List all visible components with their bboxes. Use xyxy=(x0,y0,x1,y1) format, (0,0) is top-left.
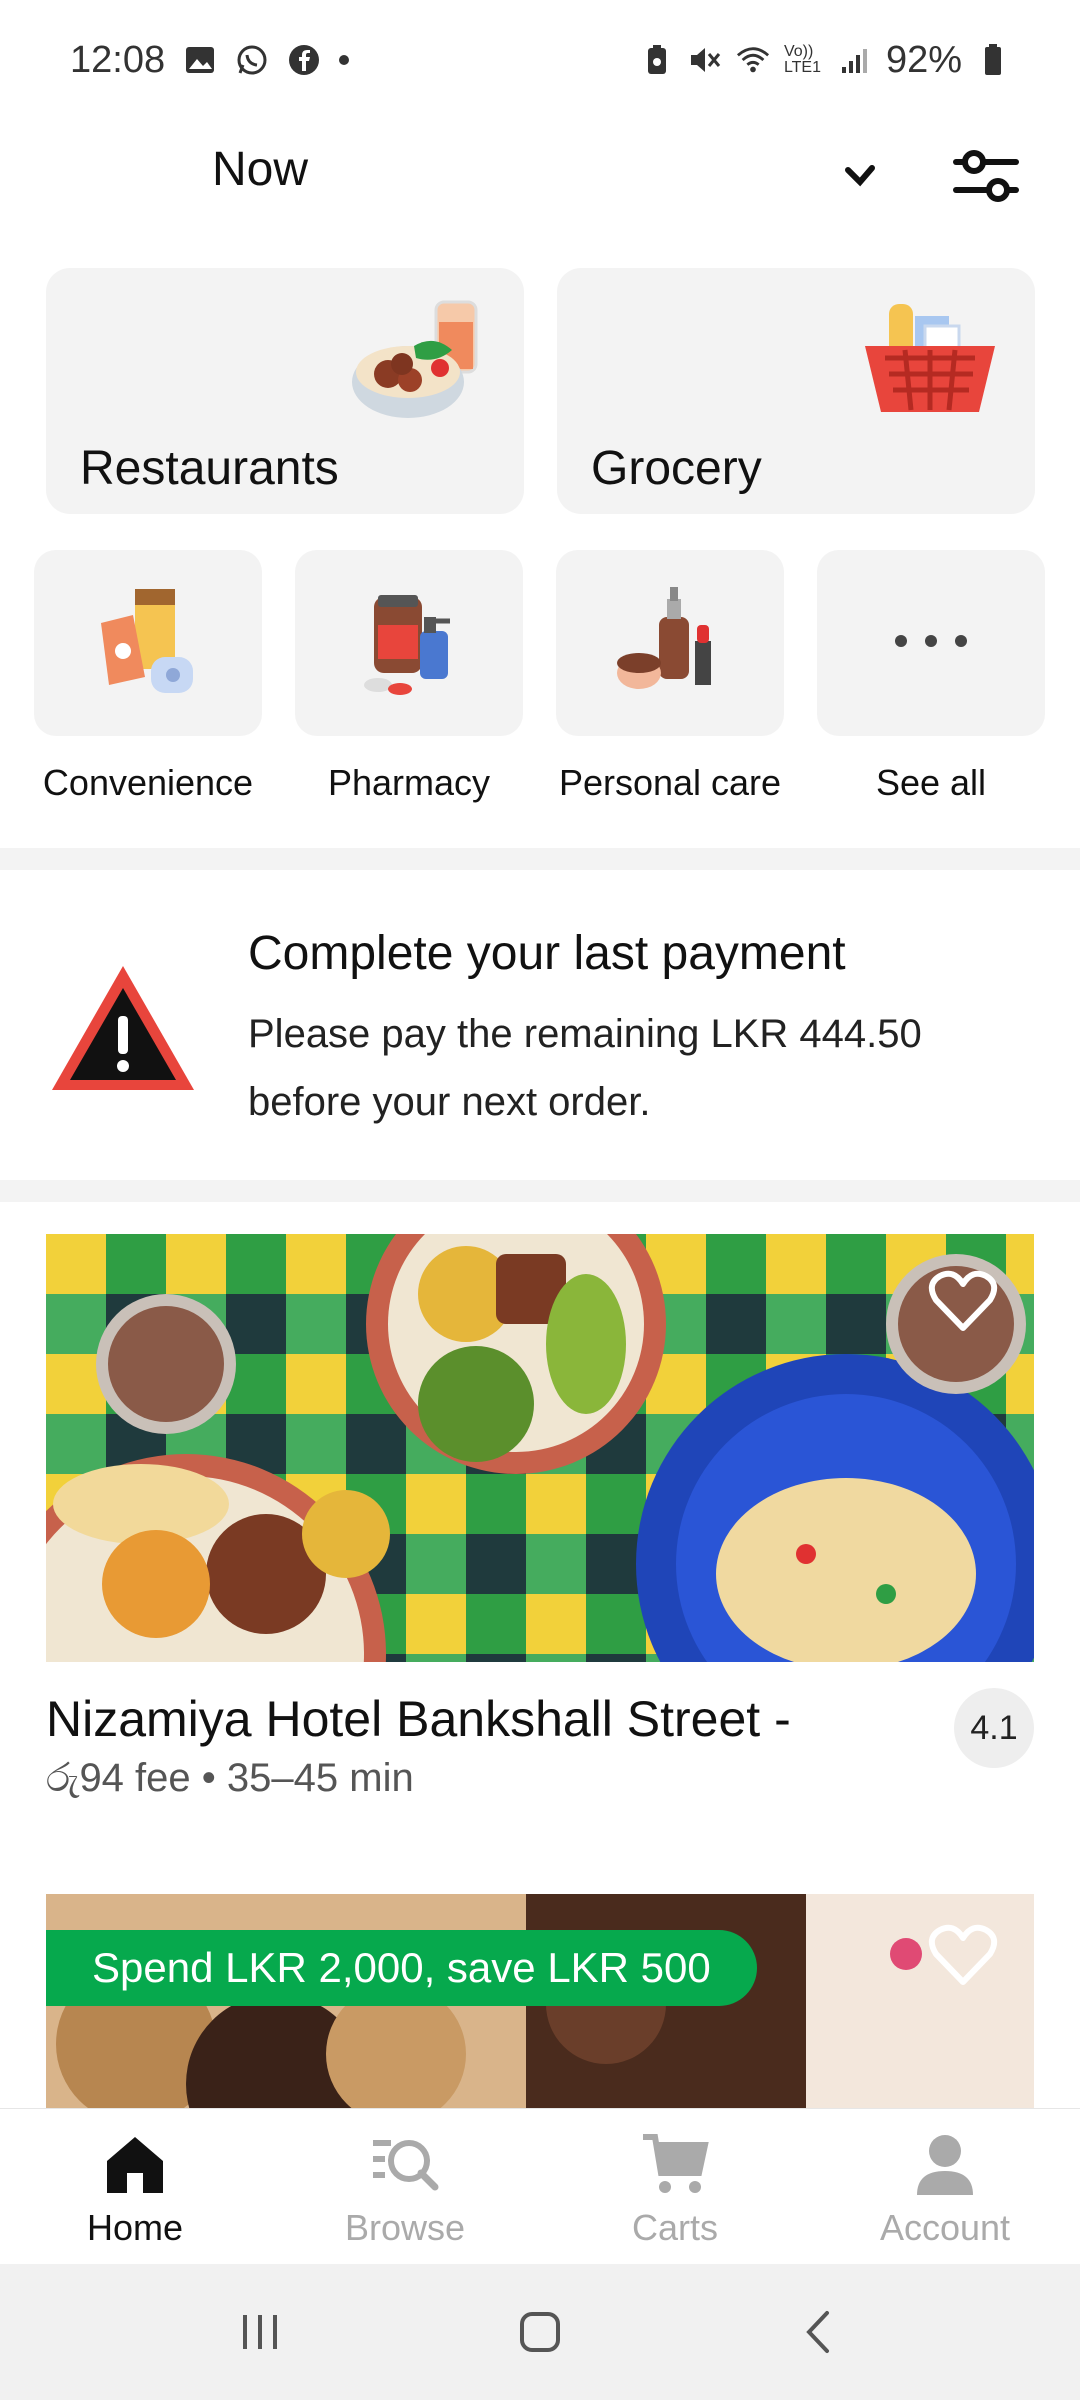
category-tile[interactable] xyxy=(817,550,1045,736)
system-navigation-bar xyxy=(0,2264,1080,2400)
section-divider xyxy=(0,848,1080,870)
category-label: Restaurants xyxy=(80,442,339,495)
warning-icon xyxy=(48,958,198,1098)
food-bowl-icon xyxy=(344,294,494,424)
category-tile[interactable] xyxy=(34,550,262,736)
home-icon xyxy=(99,2129,171,2201)
wifi-icon xyxy=(736,43,770,77)
more-dots-icon xyxy=(891,631,971,656)
gallery-icon xyxy=(183,43,217,77)
delivery-fee: රු94 fee xyxy=(46,1756,191,1800)
app-header: Now xyxy=(0,120,1080,230)
chevron-down-icon[interactable] xyxy=(840,156,880,196)
cart-icon xyxy=(639,2129,711,2201)
battery-percent: 92% xyxy=(885,38,962,81)
nav-label: Browse xyxy=(344,2207,466,2248)
signal-icon xyxy=(838,43,872,77)
schedule-selector-label[interactable]: Now xyxy=(212,142,308,197)
battery-saver-icon xyxy=(640,43,674,77)
account-icon xyxy=(909,2129,981,2201)
browse-search-icon xyxy=(369,2129,441,2201)
restaurant-card[interactable]: Nizamiya Hotel Bankshall Street - රු94 f… xyxy=(46,1234,1034,1834)
personal-care-icon xyxy=(615,581,725,706)
back-icon[interactable] xyxy=(780,2292,860,2372)
category-label: Convenience xyxy=(42,762,254,803)
nav-label: Carts xyxy=(631,2207,718,2248)
section-divider xyxy=(0,1180,1080,1202)
category-grocery[interactable]: Grocery xyxy=(557,268,1035,514)
category-see-all[interactable]: See all xyxy=(817,550,1045,804)
payment-title: Complete your last payment xyxy=(248,927,846,980)
category-label: See all xyxy=(875,762,987,803)
restaurant-card[interactable]: Spend LKR 2,000, save LKR 500 xyxy=(46,1894,1034,2108)
category-personal-care[interactable]: Personal care xyxy=(556,550,784,804)
battery-icon xyxy=(976,43,1010,77)
nav-label: Home xyxy=(86,2207,184,2248)
status-bar: 12:08 Vo)) LTE1 92% xyxy=(0,0,1080,120)
nav-label: Account xyxy=(879,2207,1011,2248)
category-pharmacy[interactable]: Pharmacy xyxy=(295,550,523,804)
bottom-navigation: Home Browse Carts Account xyxy=(0,2108,1080,2264)
meta-separator: • xyxy=(201,1756,227,1800)
category-label: Pharmacy xyxy=(327,762,491,803)
payment-body: Please pay the remaining LKR 444.50 befo… xyxy=(248,1012,922,1124)
nav-account[interactable]: Account xyxy=(810,2109,1080,2264)
delivery-eta: 35–45 min xyxy=(226,1756,414,1800)
filter-icon[interactable] xyxy=(950,140,1022,212)
restaurant-name: Nizamiya Hotel Bankshall Street - xyxy=(46,1691,791,1747)
favorite-heart-icon[interactable] xyxy=(928,1270,998,1334)
category-label: Personal care xyxy=(558,762,782,803)
network-label: Vo)) LTE1 xyxy=(783,43,821,76)
favorite-heart-icon[interactable] xyxy=(928,1924,998,1988)
notification-dot-icon xyxy=(339,55,350,65)
category-label: Grocery xyxy=(591,442,762,495)
pharmacy-icon xyxy=(354,581,464,706)
rating-badge: 4.1 xyxy=(954,1688,1034,1768)
promo-badge: Spend LKR 2,000, save LKR 500 xyxy=(46,1930,757,2006)
restaurant-meta: රු94 fee • 35–45 min xyxy=(46,1756,414,1801)
category-tile[interactable] xyxy=(295,550,523,736)
home-button-icon[interactable] xyxy=(500,2292,580,2372)
restaurant-image xyxy=(46,1234,1034,1662)
nav-browse[interactable]: Browse xyxy=(270,2109,540,2264)
mute-icon xyxy=(688,43,722,77)
convenience-icon xyxy=(93,581,203,706)
whatsapp-icon xyxy=(235,43,269,77)
nav-carts[interactable]: Carts xyxy=(540,2109,810,2264)
status-time: 12:08 xyxy=(70,38,166,81)
category-restaurants[interactable]: Restaurants xyxy=(46,268,524,514)
category-tile[interactable] xyxy=(556,550,784,736)
category-convenience[interactable]: Convenience xyxy=(34,550,262,804)
restaurant-image: Spend LKR 2,000, save LKR 500 xyxy=(46,1894,1034,2108)
grocery-basket-icon xyxy=(855,294,1005,424)
facebook-icon xyxy=(287,43,321,77)
nav-home[interactable]: Home xyxy=(0,2109,270,2264)
payment-banner[interactable]: Complete your last payment Please pay th… xyxy=(0,870,1080,1180)
recent-apps-icon[interactable] xyxy=(220,2292,300,2372)
